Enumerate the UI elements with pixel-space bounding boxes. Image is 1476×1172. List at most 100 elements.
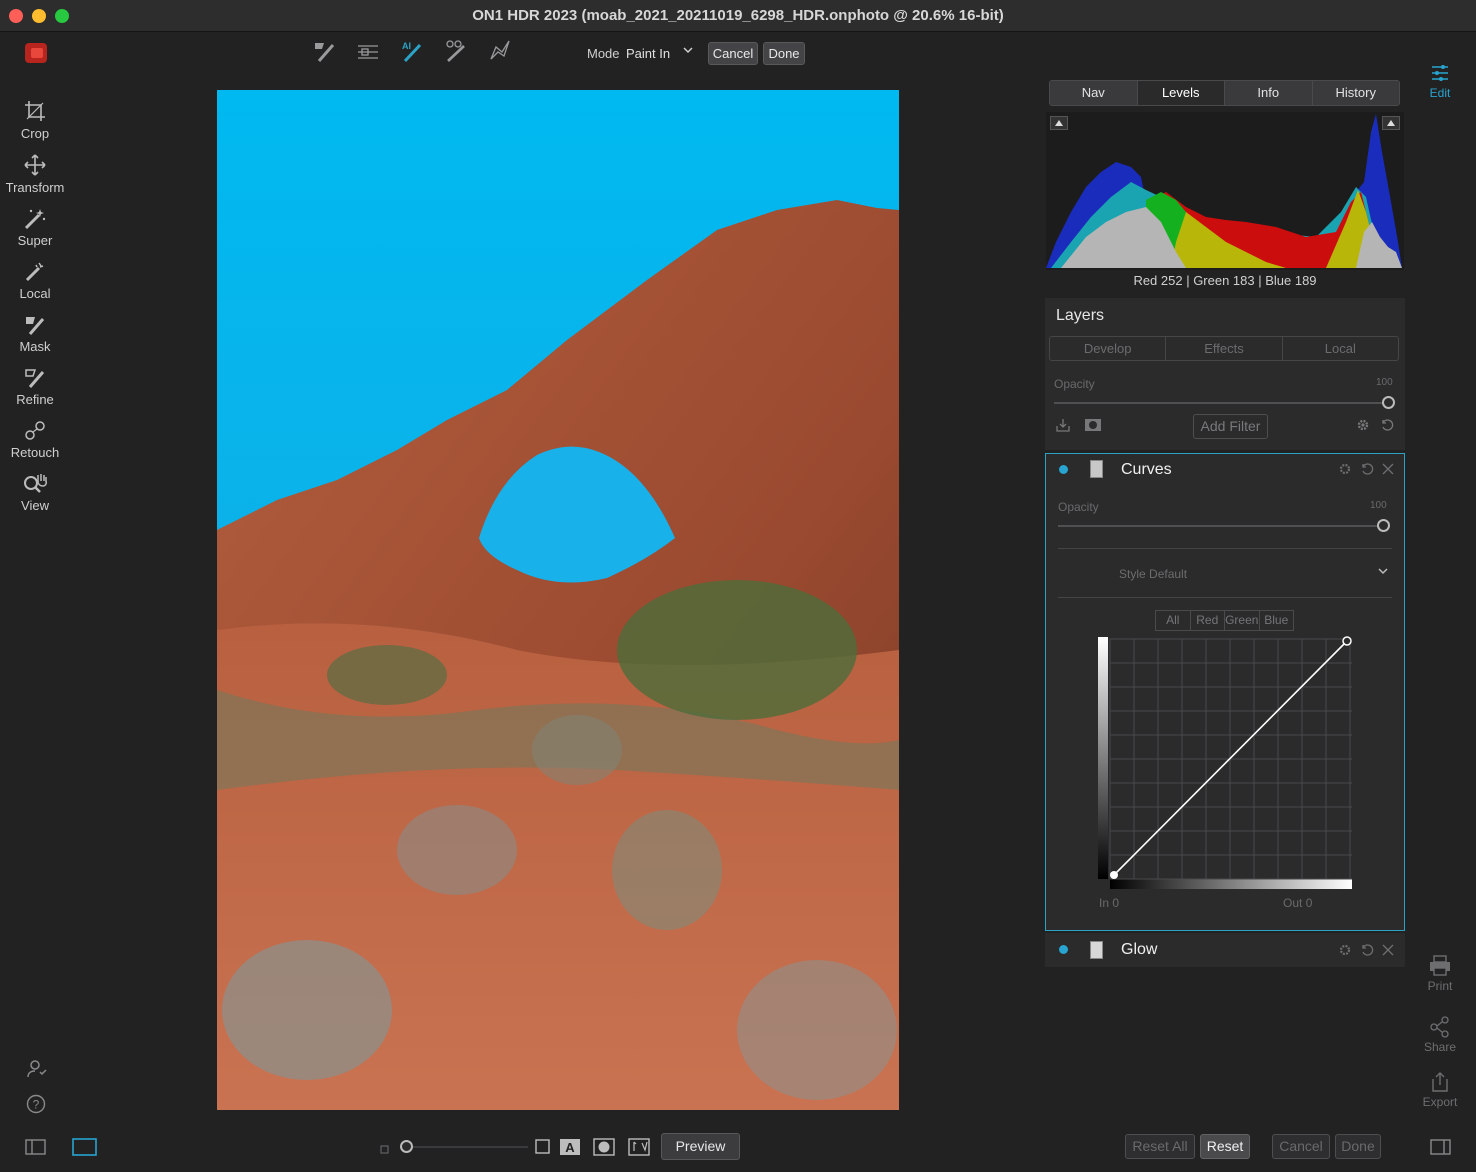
channel-blue[interactable]: Blue — [1260, 611, 1294, 630]
chevron-down-icon[interactable] — [1377, 565, 1389, 580]
window-title: ON1 HDR 2023 (moab_2021_20211019_6298_HD… — [472, 7, 1004, 24]
photo-canvas[interactable] — [217, 90, 899, 1110]
done-button[interactable]: Done — [1335, 1134, 1381, 1159]
highlight-clipping-toggle[interactable] — [1382, 116, 1400, 130]
shadow-clipping-toggle[interactable] — [1050, 116, 1068, 130]
channel-green[interactable]: Green — [1225, 611, 1260, 630]
show-mask-icon[interactable] — [593, 1138, 615, 1156]
curves-visibility-dot[interactable] — [1059, 465, 1068, 474]
crop-icon — [0, 100, 70, 126]
layer-mask-icon[interactable] — [1084, 417, 1102, 436]
channel-red[interactable]: Red — [1191, 611, 1225, 630]
curves-title: Curves — [1121, 461, 1172, 478]
tool-label: Super — [17, 233, 53, 248]
layer-opacity-value: 100 — [1376, 377, 1393, 388]
module-label: Print — [1427, 979, 1453, 993]
tool-view[interactable]: View — [0, 472, 70, 513]
tool-crop[interactable]: Crop — [0, 100, 70, 141]
tab-history[interactable]: History — [1312, 81, 1399, 105]
mask-view-box-icon[interactable] — [534, 1138, 552, 1156]
tool-label: Retouch — [10, 445, 60, 460]
layer-import-icon[interactable] — [1055, 417, 1071, 436]
add-filter-button[interactable]: Add Filter — [1193, 414, 1268, 439]
help-icon[interactable]: ? — [26, 1094, 46, 1114]
reset-button[interactable]: Reset — [1200, 1134, 1250, 1159]
tool-label: Mask — [19, 339, 51, 354]
tab-levels[interactable]: Levels — [1137, 81, 1225, 105]
zoom-small-icon[interactable] — [380, 1142, 390, 1154]
app-logo — [25, 43, 47, 63]
toolbar-cancel-button[interactable]: Cancel — [708, 42, 758, 65]
zoom-slider-handle[interactable] — [400, 1140, 413, 1153]
printer-icon — [1415, 955, 1465, 979]
brush-tool-icon[interactable] — [312, 39, 336, 63]
reset-icon[interactable] — [1380, 418, 1394, 435]
before-after-icon[interactable] — [628, 1138, 650, 1156]
in-label: In — [1099, 896, 1110, 910]
mode-select[interactable]: Paint In — [626, 46, 670, 61]
text-mask-icon[interactable]: A — [559, 1138, 581, 1156]
divider — [1058, 597, 1392, 598]
layers-tabs: Develop Effects Local — [1049, 336, 1399, 361]
curves-opacity-slider[interactable] — [1058, 525, 1378, 527]
magic-brush-icon — [0, 207, 70, 233]
mode-label: Mode — [587, 46, 620, 61]
ai-brush-icon[interactable]: AI — [400, 39, 424, 63]
curves-style-select[interactable]: Style Default — [1119, 567, 1187, 581]
glow-visibility-dot[interactable] — [1059, 945, 1068, 954]
gear-icon[interactable] — [1356, 418, 1370, 435]
tab-effects[interactable]: Effects — [1166, 337, 1283, 360]
account-icon[interactable] — [27, 1059, 47, 1078]
curves-opacity-value: 100 — [1370, 500, 1387, 511]
tool-super[interactable]: Super — [0, 207, 70, 248]
tool-label: Refine — [16, 392, 54, 407]
curve-in-readout: In 0 — [1099, 896, 1119, 910]
tool-transform[interactable]: Transform — [0, 154, 70, 195]
style-value: Default — [1149, 567, 1188, 581]
cancel-button[interactable]: Cancel — [1272, 1134, 1330, 1159]
tab-nav[interactable]: Nav — [1050, 81, 1138, 105]
zoom-hand-icon — [0, 472, 70, 498]
perfect-brush-icon[interactable] — [488, 39, 512, 63]
histogram — [1046, 112, 1404, 270]
curves-thumbnail — [1090, 460, 1103, 478]
tab-develop[interactable]: Develop — [1050, 337, 1167, 360]
curves-header-icons — [1339, 462, 1395, 479]
layer-opacity-slider[interactable] — [1054, 402, 1384, 404]
module-label: Edit — [1429, 86, 1451, 100]
tool-local[interactable]: Local — [0, 260, 70, 301]
reset-all-button[interactable]: Reset All — [1125, 1134, 1195, 1159]
adjustment-sliders-icon[interactable] — [356, 39, 380, 63]
module-print[interactable]: Print — [1415, 955, 1465, 993]
tab-local[interactable]: Local — [1283, 337, 1398, 360]
mask-brush-icon — [0, 313, 70, 339]
pixel-readout: Red 252 | Green 183 | Blue 189 — [1133, 273, 1317, 288]
toggle-right-panel-icon[interactable] — [1430, 1138, 1452, 1156]
module-export[interactable]: Export — [1415, 1071, 1465, 1109]
edit-sliders-icon — [1415, 62, 1465, 86]
tab-info[interactable]: Info — [1225, 81, 1313, 105]
toggle-left-panel-icon[interactable] — [25, 1138, 46, 1156]
zoom-slider[interactable] — [400, 1146, 528, 1148]
channel-all[interactable]: All — [1156, 611, 1191, 630]
glow-thumbnail — [1090, 941, 1103, 959]
refine-brush-icon — [0, 366, 70, 392]
curve-editor[interactable] — [1096, 633, 1354, 893]
gradient-brush-icon[interactable] — [444, 39, 468, 63]
curves-opacity-handle[interactable] — [1377, 519, 1390, 532]
filmstrip-toggle-icon[interactable] — [72, 1137, 98, 1156]
tool-retouch[interactable]: Retouch — [0, 419, 70, 460]
preview-button[interactable]: Preview — [661, 1133, 740, 1160]
layer-opacity-handle[interactable] — [1382, 396, 1395, 409]
module-share[interactable]: Share — [1415, 1016, 1465, 1054]
curve-point-black[interactable] — [1110, 871, 1118, 879]
tool-refine[interactable]: Refine — [0, 366, 70, 407]
tool-mask[interactable]: Mask — [0, 313, 70, 354]
retouch-icon — [0, 419, 70, 445]
toolbar-done-button[interactable]: Done — [763, 42, 805, 65]
module-edit[interactable]: Edit — [1415, 62, 1465, 100]
style-label: Style — [1119, 567, 1146, 581]
chevron-down-icon[interactable] — [682, 44, 694, 59]
curve-channel-tabs: All Red Green Blue — [1155, 610, 1294, 631]
curve-point-white[interactable] — [1342, 636, 1352, 646]
